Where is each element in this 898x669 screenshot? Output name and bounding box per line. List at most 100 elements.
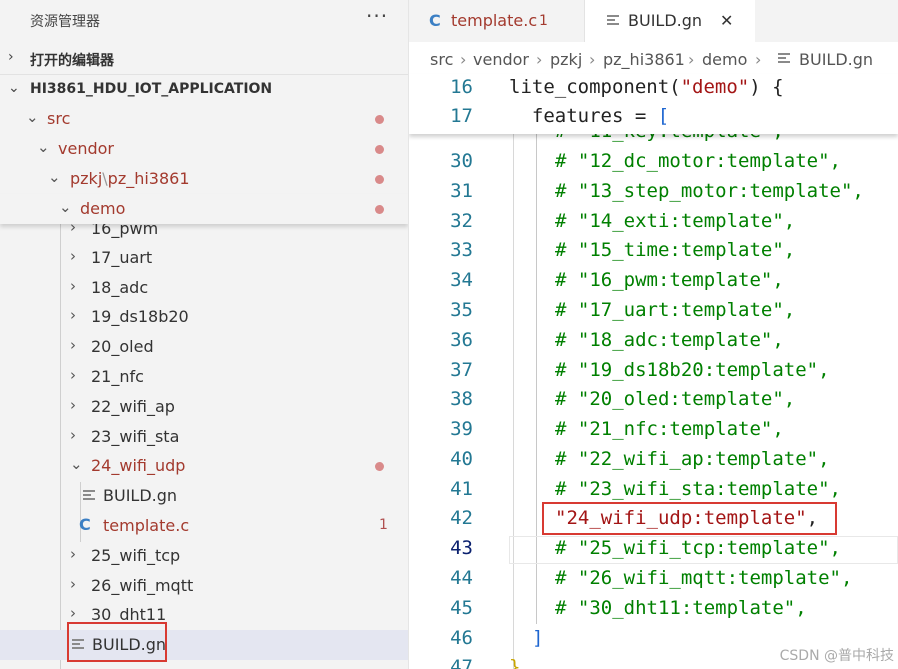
tree-label: demo bbox=[80, 199, 126, 218]
code-comment: # "13_step_motor:template", bbox=[555, 180, 864, 202]
code-comment: # "14_exti:template", bbox=[555, 210, 796, 232]
close-icon[interactable]: ✕ bbox=[720, 11, 733, 30]
code-comment: # "23_wifi_sta:template", bbox=[555, 478, 841, 500]
modified-dot bbox=[375, 175, 384, 184]
open-editors-section[interactable]: › 打开的编辑器 bbox=[0, 44, 408, 74]
code-line[interactable]: 45 # "30_dht11:template", bbox=[409, 595, 898, 625]
code-line[interactable]: 32 # "14_exti:template", bbox=[409, 208, 898, 238]
watermark: CSDN @普中科技 bbox=[779, 648, 894, 664]
line-number: 41 bbox=[450, 478, 473, 500]
tree-label: 18_adc bbox=[91, 278, 149, 297]
tree-folder-22[interactable]: › 22_wifi_ap bbox=[0, 392, 408, 422]
chevron-right-icon: › bbox=[70, 336, 76, 354]
line-number: 33 bbox=[450, 239, 473, 261]
code-line[interactable]: 37 # "19_ds18b20:template", bbox=[409, 357, 898, 387]
tree-folder-18[interactable]: › 18_adc bbox=[0, 273, 408, 303]
breadcrumb-item[interactable]: pzkj bbox=[550, 50, 582, 69]
chevron-down-icon: ⌄ bbox=[48, 168, 61, 186]
tree-file-24-build[interactable]: BUILD.gn bbox=[0, 481, 408, 511]
modified-dot bbox=[375, 115, 384, 124]
tree-folder-21[interactable]: › 21_nfc bbox=[0, 362, 408, 392]
tree-file-24-template[interactable]: C template.c 1 bbox=[0, 511, 408, 541]
code-comment: # "21_nfc:template", bbox=[555, 418, 784, 440]
tab-template-c[interactable]: C template.c 1 bbox=[409, 0, 585, 42]
line-number: 38 bbox=[450, 388, 473, 410]
breadcrumb-item[interactable]: pz_hi3861 bbox=[603, 50, 685, 69]
line-number: 16 bbox=[450, 76, 473, 98]
tab-bar: C template.c 1 BUILD.gn ✕ bbox=[409, 0, 898, 42]
tab-build-gn[interactable]: BUILD.gn ✕ bbox=[585, 0, 755, 42]
tree-folder-src[interactable]: ⌄ src bbox=[0, 104, 408, 134]
line-number: 37 bbox=[450, 359, 473, 381]
open-editors-label: 打开的编辑器 bbox=[30, 53, 114, 69]
breadcrumb-item[interactable]: src bbox=[430, 50, 453, 69]
line-number: 45 bbox=[450, 597, 473, 619]
tree-label: pz_hi3861 bbox=[107, 169, 190, 188]
code-line[interactable]: 38 # "20_oled:template", bbox=[409, 386, 898, 416]
editor-panel: C template.c 1 BUILD.gn ✕ src › vendor ›… bbox=[409, 0, 898, 669]
code-comment: # "16_pwm:template", bbox=[555, 269, 784, 291]
sticky-scroll-header: 16 lite_component("demo") { 17 features … bbox=[409, 74, 898, 134]
tree-file-build[interactable]: BUILD.gn bbox=[0, 630, 408, 660]
code-line[interactable]: 43 # "25_wifi_tcp:template", bbox=[409, 535, 898, 565]
file-lines-icon bbox=[83, 490, 95, 504]
project-label: HI3861_HDU_IOT_APPLICATION bbox=[30, 81, 273, 97]
problem-count-badge: 1 bbox=[379, 517, 388, 533]
explorer-title: 资源管理器 bbox=[30, 14, 100, 30]
c-file-icon: C bbox=[79, 515, 91, 534]
tree-folder-24[interactable]: ⌄ 24_wifi_udp bbox=[0, 451, 408, 481]
modified-dot bbox=[375, 205, 384, 214]
tree-folder-17[interactable]: › 17_uart bbox=[0, 243, 408, 273]
code-line[interactable]: 17 features = [ bbox=[409, 103, 898, 133]
tree-folder-26[interactable]: › 26_wifi_mqtt bbox=[0, 571, 408, 601]
tree-folder-20[interactable]: › 20_oled bbox=[0, 332, 408, 362]
chevron-right-icon: › bbox=[70, 366, 76, 384]
code-line[interactable]: 16 lite_component("demo") { bbox=[409, 74, 898, 104]
tree-label: 20_oled bbox=[91, 337, 154, 356]
line-number: 35 bbox=[450, 299, 473, 321]
line-number: 31 bbox=[450, 180, 473, 202]
explorer-panel: 资源管理器 ··· › 打开的编辑器 ⌄ HI3861_HDU_IOT_APPL… bbox=[0, 0, 409, 669]
chevron-right-icon: › bbox=[70, 426, 76, 444]
code-line[interactable]: 33 # "15_time:template", bbox=[409, 237, 898, 267]
tree-label: 19_ds18b20 bbox=[91, 307, 189, 326]
project-section[interactable]: ⌄ HI3861_HDU_IOT_APPLICATION bbox=[0, 74, 408, 105]
code-line[interactable]: 31 # "13_step_motor:template", bbox=[409, 178, 898, 208]
tree-label: src bbox=[47, 109, 71, 128]
breadcrumb-item[interactable]: demo bbox=[702, 50, 747, 69]
chevron-right-icon: › bbox=[70, 247, 76, 265]
code-comment: # "26_wifi_mqtt:template", bbox=[555, 567, 853, 589]
chevron-right-icon: › bbox=[70, 396, 76, 414]
problem-count-badge: 1 bbox=[539, 13, 548, 29]
chevron-right-icon: › bbox=[70, 277, 76, 295]
tree-label: BUILD.gn bbox=[103, 486, 178, 505]
tree-folder-25[interactable]: › 25_wifi_tcp bbox=[0, 541, 408, 571]
code-line[interactable]: 35 # "17_uart:template", bbox=[409, 297, 898, 327]
breadcrumb-item[interactable]: BUILD.gn bbox=[799, 50, 873, 69]
code-comment: # "12_dc_motor:template", bbox=[555, 150, 841, 172]
chevron-right-icon: › bbox=[589, 50, 596, 69]
code-comment: # "20_oled:template", bbox=[555, 388, 796, 410]
tree-folder-23[interactable]: › 23_wifi_sta bbox=[0, 422, 408, 452]
code-line[interactable]: 40 # "22_wifi_ap:template", bbox=[409, 446, 898, 476]
tree-label: 22_wifi_ap bbox=[91, 397, 175, 416]
code-line[interactable]: 36 # "18_adc:template", bbox=[409, 327, 898, 357]
code-token: ) { bbox=[749, 76, 784, 98]
tree-folder-19[interactable]: › 19_ds18b20 bbox=[0, 302, 408, 332]
modified-dot bbox=[375, 462, 384, 471]
tree-folder-vendor[interactable]: ⌄ vendor bbox=[0, 134, 408, 164]
code-line[interactable]: 39 # "21_nfc:template", bbox=[409, 416, 898, 446]
tree-folder-30[interactable]: › 30_dht11 bbox=[0, 600, 408, 630]
code-bracket: } bbox=[509, 656, 521, 669]
code-line[interactable]: 34 # "16_pwm:template", bbox=[409, 267, 898, 297]
line-number: 36 bbox=[450, 329, 473, 351]
chevron-right-icon: › bbox=[70, 604, 76, 622]
code-line[interactable]: 44 # "26_wifi_mqtt:template", bbox=[409, 565, 898, 595]
tree-folder-demo[interactable]: ⌄ demo bbox=[0, 194, 408, 224]
code-comment: # "15_time:template", bbox=[555, 239, 796, 261]
chevron-right-icon: › bbox=[755, 50, 762, 69]
more-actions-icon[interactable]: ··· bbox=[366, 4, 388, 28]
tree-folder-pzkj[interactable]: ⌄ pzkj\pz_hi3861 bbox=[0, 164, 408, 194]
code-line[interactable]: 30 # "12_dc_motor:template", bbox=[409, 148, 898, 178]
breadcrumb-item[interactable]: vendor bbox=[473, 50, 529, 69]
